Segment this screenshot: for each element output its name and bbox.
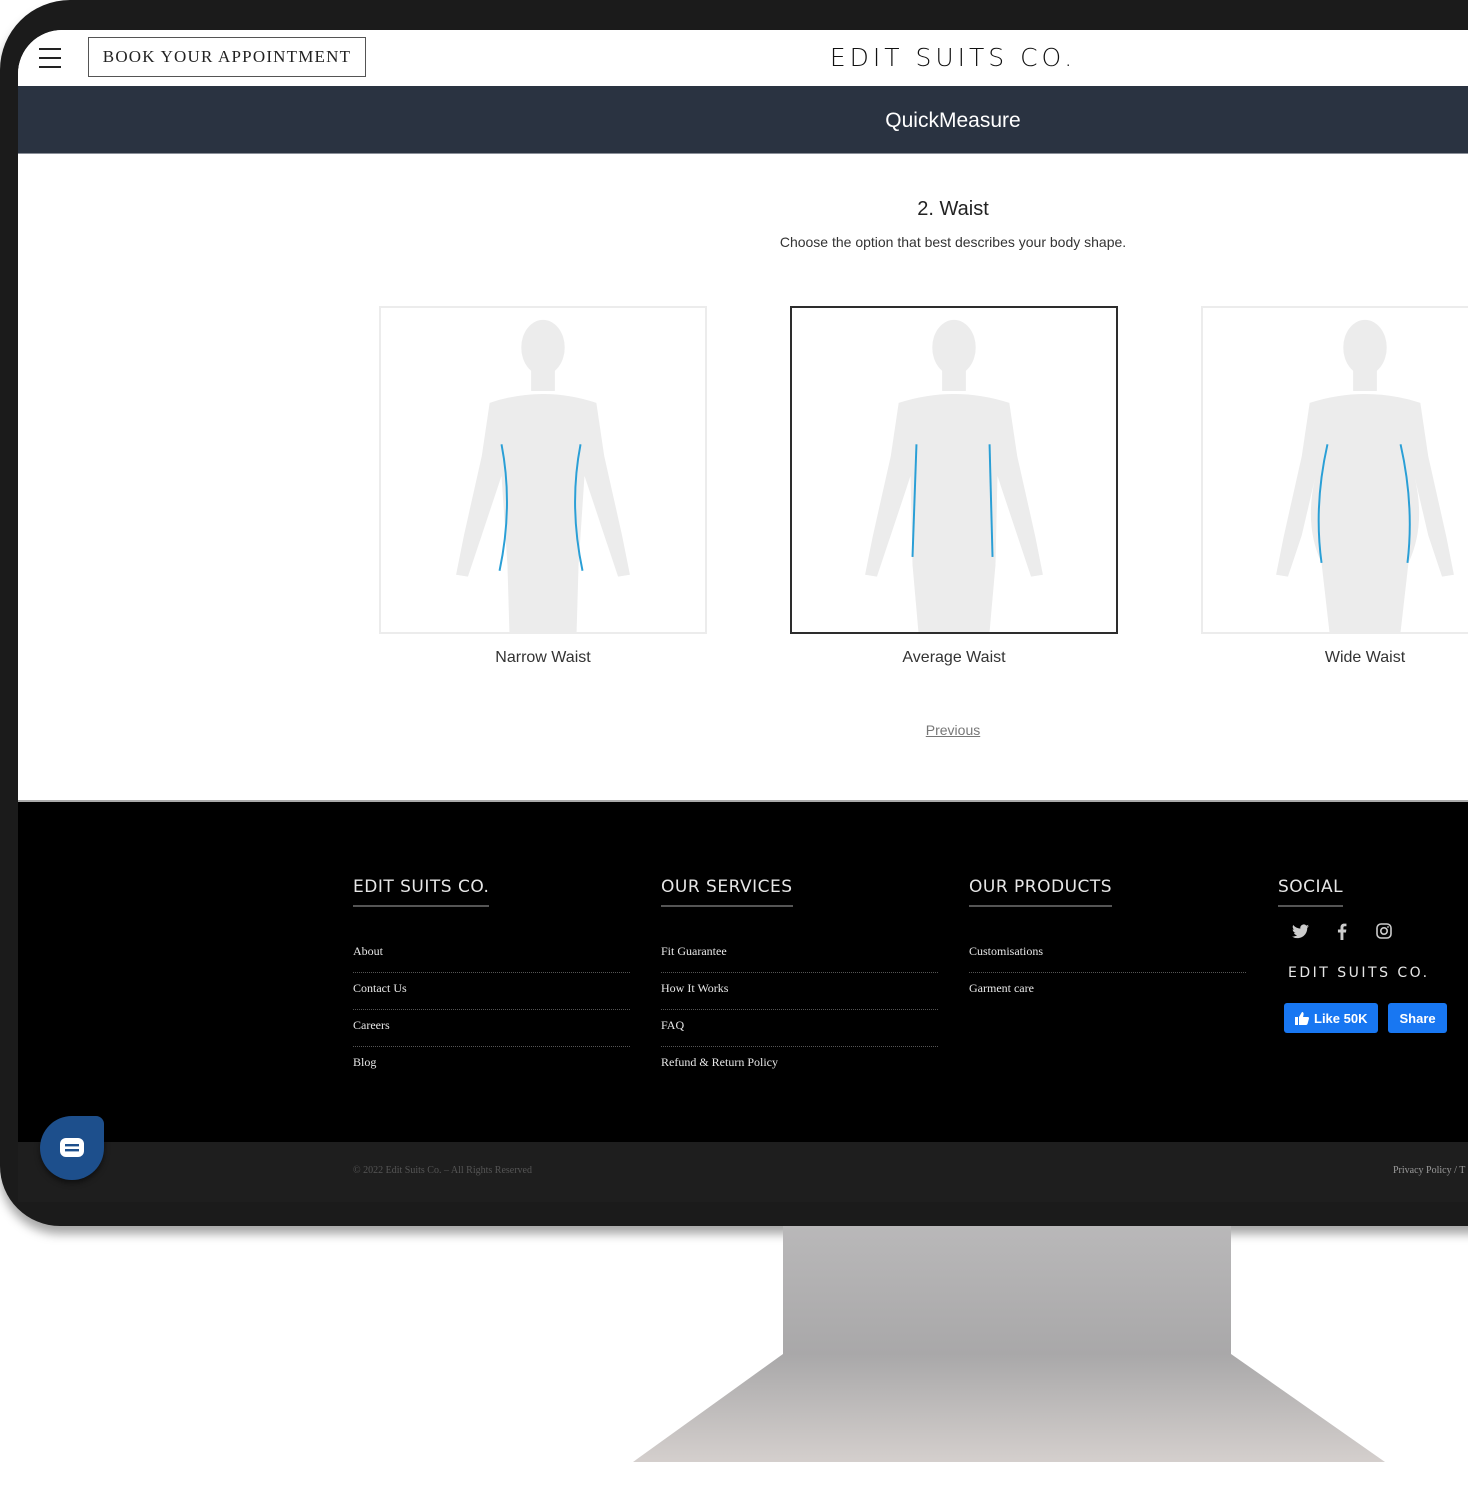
chat-widget-button[interactable] <box>40 1116 104 1180</box>
step-title: 2. Waist <box>917 198 989 220</box>
footer-link-faq[interactable]: FAQ <box>661 1011 938 1047</box>
option-average-waist[interactable]: Average Waist <box>790 306 1118 667</box>
footer-link-how-it-works[interactable]: How It Works <box>661 974 938 1010</box>
body-silhouette-wide-icon <box>1276 319 1454 632</box>
chat-icon <box>60 1138 84 1157</box>
facebook-share-button[interactable]: Share <box>1388 1003 1447 1033</box>
footer-bottom-bar: © 2022 Edit Suits Co. – All Rights Reser… <box>18 1142 1468 1202</box>
footer-column-products: OUR PRODUCTS Customisations Garment care <box>969 877 1246 1011</box>
site-footer: EDIT SUITS CO. About Contact Us Careers … <box>18 800 1468 1144</box>
footer-link-garment-care[interactable]: Garment care <box>969 974 1246 1010</box>
body-silhouette-narrow-icon <box>456 319 630 632</box>
footer-column-services: OUR SERVICES Fit Guarantee How It Works … <box>661 877 938 1085</box>
footer-column-social: SOCIAL EDIT SUITS CO. Like 50K Share <box>1278 877 1447 1033</box>
facebook-like-button[interactable]: Like 50K <box>1284 1003 1379 1033</box>
option-wide-waist[interactable]: Wide Waist <box>1201 306 1468 667</box>
footer-heading: SOCIAL <box>1278 877 1344 907</box>
banner-title: QuickMeasure <box>885 109 1021 132</box>
twitter-icon[interactable] <box>1290 921 1310 941</box>
instagram-icon[interactable] <box>1374 921 1394 941</box>
privacy-policy-link[interactable]: Privacy Policy / T <box>1393 1165 1465 1176</box>
footer-heading: OUR SERVICES <box>661 877 793 907</box>
monitor-stand-base <box>633 1354 1385 1462</box>
screen: BOOK YOUR APPOINTMENT EDIT SUITS CO. Qui… <box>18 30 1468 1202</box>
footer-link-customisations[interactable]: Customisations <box>969 937 1246 973</box>
option-narrow-waist[interactable]: Narrow Waist <box>379 306 707 667</box>
quickmeasure-banner: QuickMeasure <box>18 86 1468 154</box>
previous-link[interactable]: Previous <box>18 722 1468 738</box>
footer-link-contact[interactable]: Contact Us <box>353 974 630 1010</box>
thumbs-up-icon <box>1295 1011 1309 1025</box>
step-subtitle: Choose the option that best describes yo… <box>779 234 1127 250</box>
option-card[interactable] <box>1201 306 1468 634</box>
footer-link-fit-guarantee[interactable]: Fit Guarantee <box>661 937 938 973</box>
like-label: Like 50K <box>1314 1010 1368 1026</box>
option-card[interactable] <box>790 306 1118 634</box>
monitor-stand-neck <box>783 1226 1231 1354</box>
footer-link-refund-policy[interactable]: Refund & Return Policy <box>661 1048 938 1084</box>
footer-heading: EDIT SUITS CO. <box>353 877 490 907</box>
copyright-text: © 2022 Edit Suits Co. – All Rights Reser… <box>353 1165 532 1176</box>
top-navbar: BOOK YOUR APPOINTMENT EDIT SUITS CO. <box>18 30 1468 86</box>
social-brand-name: EDIT SUITS CO. <box>1288 965 1430 981</box>
footer-link-about[interactable]: About <box>353 937 630 973</box>
footer-link-careers[interactable]: Careers <box>353 1011 630 1047</box>
site-logo[interactable]: EDIT SUITS CO. <box>18 43 1468 72</box>
option-label: Wide Waist <box>1324 649 1406 666</box>
facebook-icon[interactable] <box>1332 921 1352 941</box>
footer-link-blog[interactable]: Blog <box>353 1048 630 1084</box>
footer-heading: OUR PRODUCTS <box>969 877 1113 907</box>
monitor-frame: BOOK YOUR APPOINTMENT EDIT SUITS CO. Qui… <box>0 0 1468 1226</box>
option-label: Average Waist <box>902 649 1006 666</box>
option-label: Narrow Waist <box>495 649 591 666</box>
footer-column-company: EDIT SUITS CO. About Contact Us Careers … <box>353 877 630 1085</box>
option-card[interactable] <box>379 306 707 634</box>
body-silhouette-average-icon <box>865 319 1043 632</box>
